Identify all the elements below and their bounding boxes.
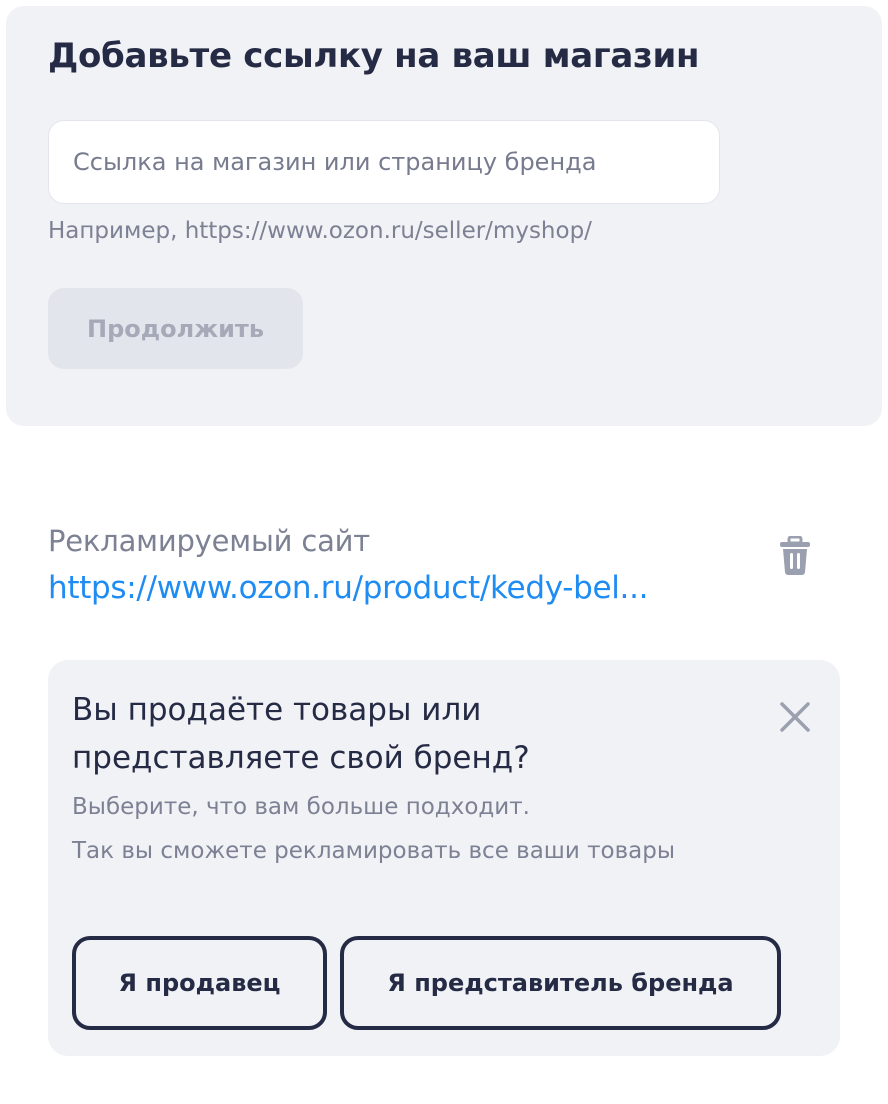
add-shop-card: Добавьте ссылку на ваш магазин Например,… — [6, 6, 882, 426]
close-card-button[interactable] — [774, 696, 816, 738]
delete-site-button[interactable] — [773, 532, 817, 580]
continue-button[interactable]: Продолжить — [48, 288, 303, 369]
shop-link-hint: Например, https://www.ozon.ru/seller/mys… — [48, 218, 592, 244]
trash-icon — [780, 536, 810, 575]
advertised-site-link[interactable]: https://www.ozon.ru/product/kedy-bel... — [48, 570, 728, 606]
role-choice-title: Вы продаёте товары или представляете сво… — [72, 692, 530, 776]
seller-button[interactable]: Я продавец — [72, 936, 327, 1030]
shop-card-title: Добавьте ссылку на ваш магазин — [48, 36, 700, 76]
role-choice-description-line2: Так вы сможете рекламировать все ваши то… — [72, 838, 675, 864]
role-choice-card: Вы продаёте товары или представляете сво… — [48, 660, 840, 1056]
advertised-site-label: Рекламируемый сайт — [48, 524, 370, 558]
shop-link-input[interactable] — [48, 120, 720, 204]
brand-representative-button[interactable]: Я представитель бренда — [340, 936, 781, 1030]
close-icon — [780, 702, 810, 732]
role-choice-description-line1: Выберите, что вам больше подходит. — [72, 794, 530, 820]
